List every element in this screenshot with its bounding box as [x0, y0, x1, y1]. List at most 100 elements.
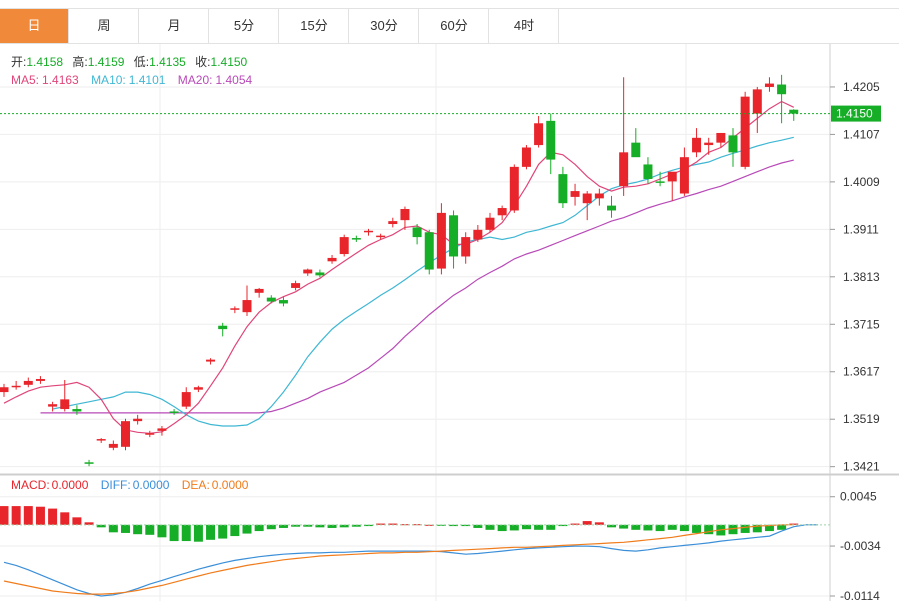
macd-bar	[35, 506, 45, 525]
candle	[96, 438, 106, 443]
candle-body	[534, 123, 544, 146]
candle-body	[509, 166, 519, 211]
low-value: 1.4135	[149, 55, 186, 69]
macd-bar	[692, 524, 702, 533]
candle	[169, 409, 179, 415]
dea-label: DEA:	[182, 478, 210, 492]
candle	[789, 109, 799, 121]
candle-body	[108, 443, 118, 448]
candle	[509, 164, 519, 213]
candle	[631, 128, 641, 158]
candle	[400, 206, 410, 230]
ma5-value: 1.4163	[42, 73, 79, 87]
candle	[558, 166, 568, 209]
candle	[339, 234, 349, 257]
candle-body	[594, 193, 604, 199]
candle	[388, 217, 398, 228]
y-tick-label: 1.4205	[843, 80, 880, 94]
candle	[254, 287, 264, 298]
high-value: 1.4159	[88, 55, 125, 69]
candle-body	[570, 191, 580, 197]
candle-body	[777, 84, 787, 95]
candle-body	[181, 392, 191, 407]
candle	[534, 116, 544, 148]
candle-body	[35, 379, 45, 381]
candle-body	[157, 428, 167, 431]
candle	[546, 113, 556, 175]
candle-body	[72, 409, 82, 412]
close-label: 收:	[195, 55, 210, 69]
close-value: 1.4150	[211, 55, 248, 69]
candle	[461, 232, 471, 264]
macd-axis-ticks: 0.0045 -0.0034 -0.0114	[830, 490, 881, 601]
candle	[521, 145, 531, 170]
macd-bar	[570, 523, 580, 525]
candle-body	[266, 297, 276, 302]
candle	[48, 401, 58, 412]
y-tick-label: -0.0114	[840, 589, 880, 601]
y-tick-label: 1.3715	[843, 317, 880, 331]
candle-body	[230, 308, 240, 310]
y-tick-label: 1.3519	[843, 412, 880, 426]
candle	[23, 377, 33, 388]
candle	[351, 235, 361, 242]
macd-bar	[121, 524, 130, 533]
candle-body	[436, 212, 446, 269]
diff-line	[3, 524, 819, 597]
candle-body	[96, 439, 106, 441]
candle-body	[655, 181, 665, 183]
candle-body	[521, 147, 531, 167]
candle	[218, 322, 228, 337]
candle	[485, 212, 495, 233]
candle-body	[558, 174, 568, 204]
candle-body	[84, 462, 94, 464]
y-tick-label: 1.3813	[843, 270, 880, 284]
macd-bar	[740, 524, 750, 533]
ma20-line	[40, 159, 794, 414]
candle	[740, 91, 750, 170]
macd-bar	[619, 524, 629, 529]
candle-body	[60, 399, 70, 410]
macd-bar	[145, 524, 155, 535]
macd-bar	[254, 524, 264, 532]
candle-body	[764, 83, 774, 87]
price-axis-ticks: 1.4205 1.4107 1.4009 1.3911 1.3813 1.3715 1.36…	[830, 80, 880, 474]
macd-bar	[48, 508, 58, 525]
macd-bar	[521, 524, 531, 530]
candle-body	[643, 164, 653, 179]
macd-label: MACD:	[11, 478, 50, 492]
candle-body	[278, 300, 288, 304]
candle	[303, 268, 313, 276]
y-tick-label: 1.3421	[843, 460, 880, 474]
candle	[667, 171, 677, 201]
candle	[704, 137, 714, 155]
ma20-value: 1.4054	[215, 73, 252, 87]
candle-body	[582, 193, 592, 204]
macd-bar	[133, 524, 143, 535]
macd-bar	[582, 521, 592, 525]
macd-bar	[193, 524, 203, 542]
macd-bar	[181, 524, 191, 542]
candle	[35, 376, 45, 384]
macd-bar	[157, 524, 167, 538]
y-tick-label: -0.0034	[840, 539, 881, 553]
candle	[133, 414, 143, 425]
candle-body	[254, 288, 264, 293]
diff-value: 0.0000	[133, 478, 170, 492]
macd-bar	[546, 524, 556, 530]
low-label: 低:	[134, 55, 149, 69]
candle	[619, 77, 629, 196]
candle	[473, 224, 483, 242]
macd-lines	[3, 524, 819, 597]
candle	[230, 306, 240, 314]
candle	[181, 387, 191, 410]
candle	[121, 418, 130, 451]
chart-canvas[interactable]: 1.4205 1.4107 1.4009 1.3911 1.3813 1.3715 1.36…	[0, 0, 899, 601]
macd-bar	[558, 524, 568, 527]
candle-body	[23, 380, 33, 385]
macd-bar	[485, 524, 495, 530]
candle-body	[48, 404, 58, 407]
ohlc-legend: 开:1.4158 高:1.4159 低:1.4135 收:1.4150	[11, 54, 248, 69]
candle-body	[218, 325, 228, 330]
candle	[594, 188, 604, 206]
